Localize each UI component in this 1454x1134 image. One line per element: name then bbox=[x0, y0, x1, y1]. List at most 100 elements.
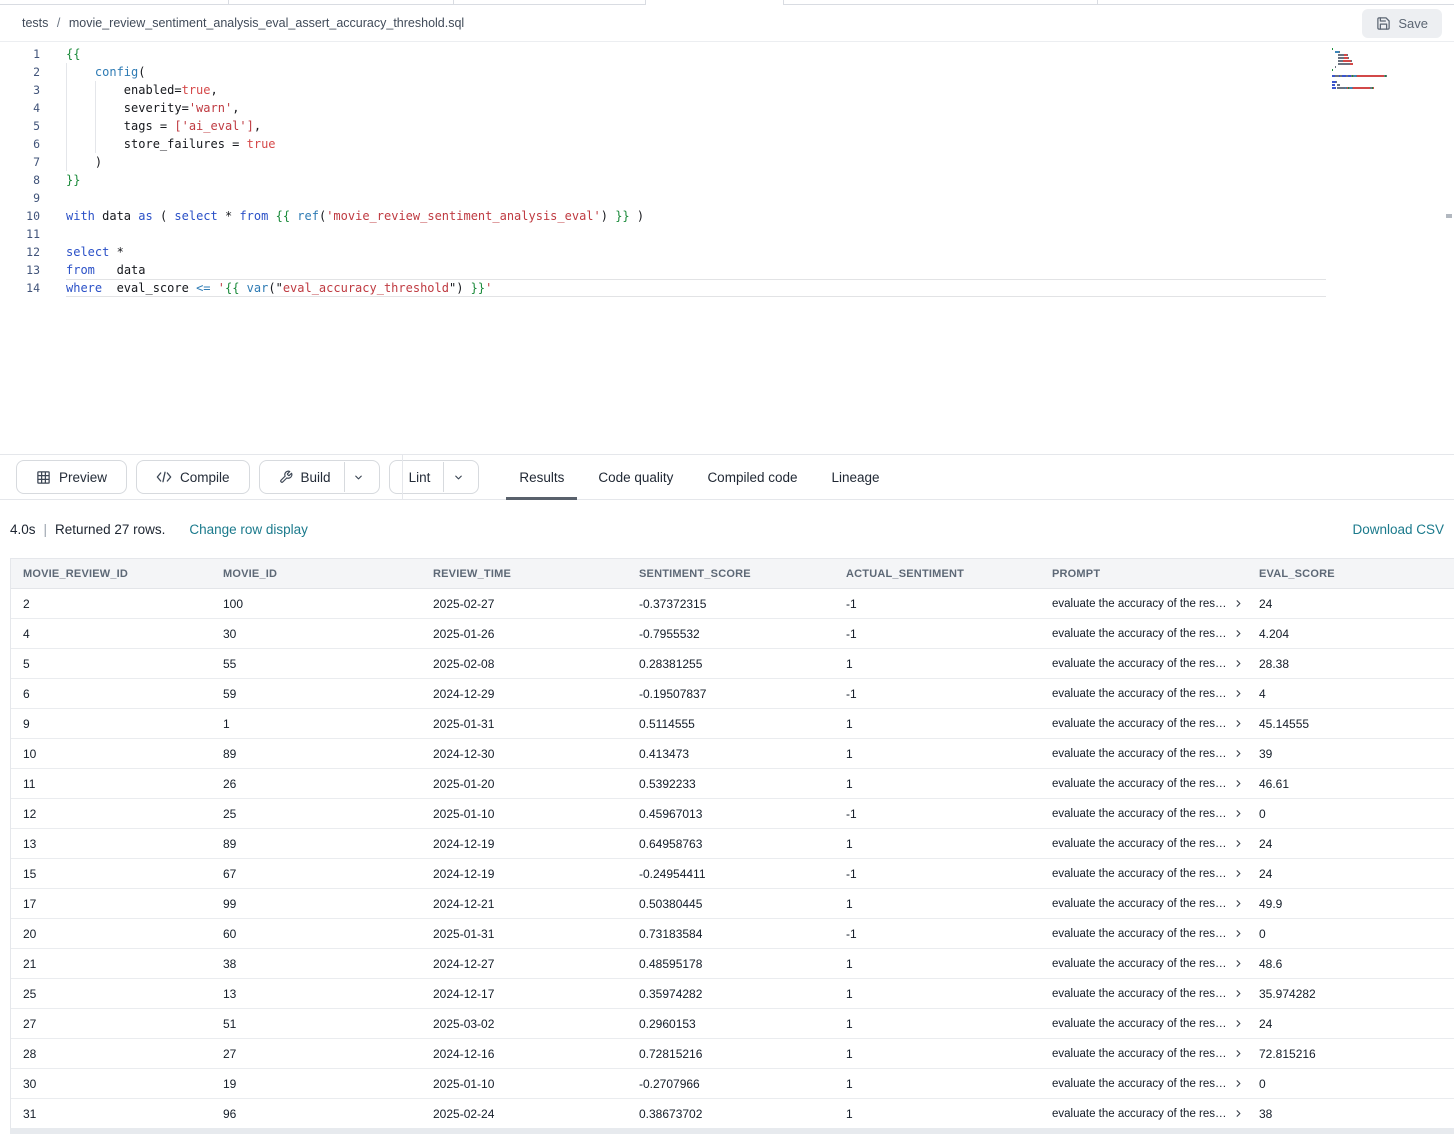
cell-actual-sentiment: 1 bbox=[834, 897, 1040, 911]
code-line-content: enabled=true, bbox=[66, 81, 218, 99]
horizontal-scrollbar[interactable] bbox=[10, 1128, 1454, 1134]
cell-movie-review-id: 30 bbox=[11, 1077, 211, 1091]
cell-movie-review-id: 11 bbox=[11, 777, 211, 791]
expand-prompt-chevron-icon[interactable] bbox=[1233, 1048, 1244, 1059]
line-number: 1 bbox=[0, 45, 40, 63]
line-number: 8 bbox=[0, 171, 40, 189]
expand-prompt-chevron-icon[interactable] bbox=[1233, 778, 1244, 789]
breadcrumb[interactable]: tests / movie_review_sentiment_analysis_… bbox=[22, 16, 464, 30]
code-editor[interactable]: 1{{2 config(3 enabled=true,4 severity='w… bbox=[0, 42, 1454, 454]
breadcrumb-folder[interactable]: tests bbox=[22, 16, 48, 30]
cell-actual-sentiment: 1 bbox=[834, 747, 1040, 761]
expand-prompt-chevron-icon[interactable] bbox=[1233, 628, 1244, 639]
code-line-5[interactable]: 5 tags = ['ai_eval'], bbox=[0, 117, 1454, 135]
expand-prompt-chevron-icon[interactable] bbox=[1233, 1108, 1244, 1119]
cell-movie-id: 89 bbox=[211, 747, 421, 761]
cell-eval-score: 72.815216 bbox=[1247, 1047, 1454, 1061]
expand-prompt-chevron-icon[interactable] bbox=[1233, 1078, 1244, 1089]
expand-prompt-chevron-icon[interactable] bbox=[1233, 958, 1244, 969]
cell-prompt: evaluate the accuracy of the res… bbox=[1040, 658, 1247, 670]
download-csv-link[interactable]: Download CSV bbox=[1352, 522, 1444, 537]
line-number: 14 bbox=[0, 279, 40, 297]
code-line-12[interactable]: 12select * bbox=[0, 243, 1454, 261]
expand-prompt-chevron-icon[interactable] bbox=[1233, 868, 1244, 879]
code-line-3[interactable]: 3 enabled=true, bbox=[0, 81, 1454, 99]
cell-actual-sentiment: -1 bbox=[834, 807, 1040, 821]
editor-tab-strip[interactable] bbox=[0, 0, 1454, 5]
code-line-13[interactable]: 13from data bbox=[0, 261, 1454, 279]
expand-prompt-chevron-icon[interactable] bbox=[1233, 928, 1244, 939]
cell-movie-id: 99 bbox=[211, 897, 421, 911]
cell-review-time: 2024-12-17 bbox=[421, 987, 627, 1001]
code-line-8[interactable]: 8}} bbox=[0, 171, 1454, 189]
cell-actual-sentiment: 1 bbox=[834, 1017, 1040, 1031]
cell-review-time: 2025-01-20 bbox=[421, 777, 627, 791]
results-pane-tabs: Results Code quality Compiled code Linea… bbox=[506, 455, 900, 499]
code-line-4[interactable]: 4 severity='warn', bbox=[0, 99, 1454, 117]
table-row: 21002025-02-27-0.37372315-1evaluate the … bbox=[11, 589, 1454, 619]
cell-movie-review-id: 13 bbox=[11, 837, 211, 851]
line-number: 3 bbox=[0, 81, 40, 99]
code-line-10[interactable]: 10with data as ( select * from {{ ref('m… bbox=[0, 207, 1454, 225]
expand-prompt-chevron-icon[interactable] bbox=[1233, 988, 1244, 999]
table-header-row: MOVIE_REVIEW_ID MOVIE_ID REVIEW_TIME SEN… bbox=[11, 559, 1454, 589]
cell-sentiment-score: -0.7955532 bbox=[627, 627, 834, 641]
minimap[interactable] bbox=[1332, 48, 1444, 90]
code-line-1[interactable]: 1{{ bbox=[0, 45, 1454, 63]
cell-sentiment-score: 0.5392233 bbox=[627, 777, 834, 791]
tab-code-quality[interactable]: Code quality bbox=[585, 455, 686, 499]
prompt-ellipsized-text: evaluate the accuracy of the res… bbox=[1052, 988, 1227, 1000]
cell-prompt: evaluate the accuracy of the res… bbox=[1040, 838, 1247, 850]
code-line-content: config( bbox=[66, 63, 146, 81]
cell-review-time: 2025-02-27 bbox=[421, 597, 627, 611]
table-row: 30192025-01-10-0.27079661evaluate the ac… bbox=[11, 1069, 1454, 1099]
build-dropdown-chevron[interactable] bbox=[344, 462, 373, 492]
expand-prompt-chevron-icon[interactable] bbox=[1233, 658, 1244, 669]
expand-prompt-chevron-icon[interactable] bbox=[1233, 718, 1244, 729]
expand-prompt-chevron-icon[interactable] bbox=[1233, 598, 1244, 609]
expand-prompt-chevron-icon[interactable] bbox=[1233, 898, 1244, 909]
line-number: 10 bbox=[0, 207, 40, 225]
lint-dropdown-chevron[interactable] bbox=[443, 462, 472, 492]
cell-prompt: evaluate the accuracy of the res… bbox=[1040, 1048, 1247, 1060]
expand-prompt-chevron-icon[interactable] bbox=[1233, 1018, 1244, 1029]
preview-button[interactable]: Preview bbox=[16, 460, 127, 494]
cell-eval-score: 24 bbox=[1247, 837, 1454, 851]
code-line-2[interactable]: 2 config( bbox=[0, 63, 1454, 81]
code-line-14[interactable]: 14where eval_score <= '{{ var("eval_accu… bbox=[0, 279, 1454, 297]
cell-prompt: evaluate the accuracy of the res… bbox=[1040, 808, 1247, 820]
cell-prompt: evaluate the accuracy of the res… bbox=[1040, 1078, 1247, 1090]
cell-eval-score: 39 bbox=[1247, 747, 1454, 761]
code-line-content: from data bbox=[66, 261, 146, 279]
tab-compiled-code[interactable]: Compiled code bbox=[694, 455, 810, 499]
code-line-11[interactable]: 11 bbox=[0, 225, 1454, 243]
table-row: 21382024-12-270.485951781evaluate the ac… bbox=[11, 949, 1454, 979]
line-number: 7 bbox=[0, 153, 40, 171]
cell-actual-sentiment: 1 bbox=[834, 837, 1040, 851]
expand-prompt-chevron-icon[interactable] bbox=[1233, 688, 1244, 699]
save-button[interactable]: Save bbox=[1362, 9, 1442, 38]
preview-label: Preview bbox=[59, 470, 107, 485]
cell-review-time: 2024-12-30 bbox=[421, 747, 627, 761]
code-line-content: store_failures = true bbox=[66, 135, 276, 153]
cell-movie-id: 60 bbox=[211, 927, 421, 941]
code-line-9[interactable]: 9 bbox=[0, 189, 1454, 207]
scrollbar-mark[interactable] bbox=[1446, 214, 1452, 218]
expand-prompt-chevron-icon[interactable] bbox=[1233, 748, 1244, 759]
code-line-7[interactable]: 7 ) bbox=[0, 153, 1454, 171]
tab-results[interactable]: Results bbox=[506, 455, 577, 499]
cell-eval-score: 4.204 bbox=[1247, 627, 1454, 641]
cell-review-time: 2025-02-24 bbox=[421, 1107, 627, 1121]
col-actual-sentiment: ACTUAL_SENTIMENT bbox=[834, 568, 1040, 580]
prompt-ellipsized-text: evaluate the accuracy of the res… bbox=[1052, 778, 1227, 790]
expand-prompt-chevron-icon[interactable] bbox=[1233, 838, 1244, 849]
cell-movie-review-id: 4 bbox=[11, 627, 211, 641]
table-row: 27512025-03-020.29601531evaluate the acc… bbox=[11, 1009, 1454, 1039]
build-button[interactable]: Build bbox=[259, 460, 380, 494]
code-line-6[interactable]: 6 store_failures = true bbox=[0, 135, 1454, 153]
cell-actual-sentiment: 1 bbox=[834, 1077, 1040, 1091]
change-row-display-link[interactable]: Change row display bbox=[189, 522, 308, 537]
tab-lineage[interactable]: Lineage bbox=[819, 455, 893, 499]
expand-prompt-chevron-icon[interactable] bbox=[1233, 808, 1244, 819]
compile-button[interactable]: Compile bbox=[136, 460, 250, 494]
